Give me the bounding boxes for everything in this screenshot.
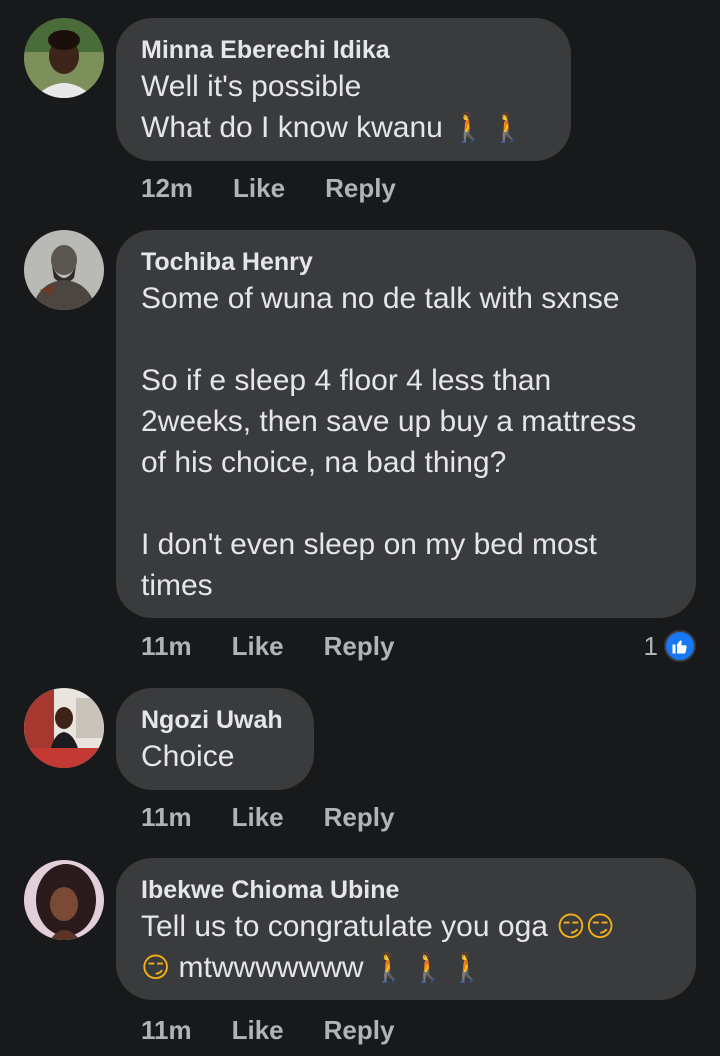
- comment-text: Choice: [141, 736, 288, 777]
- comment-timestamp[interactable]: 11m: [141, 631, 192, 662]
- comment-line-text: Tell us to congratulate you oga: [141, 910, 548, 943]
- comment-thread: Minna Eberechi Idika Well it's possible …: [0, 0, 720, 1056]
- comment-actions: 11m Like Reply: [141, 801, 394, 833]
- comment-line: [141, 319, 670, 360]
- comment-author[interactable]: Ibekwe Chioma Ubine: [141, 874, 670, 906]
- person-walking-emoji: 🚶🚶: [451, 111, 529, 144]
- comment-author[interactable]: Minna Eberechi Idika: [141, 34, 545, 66]
- comment-author[interactable]: Ngozi Uwah: [141, 704, 288, 736]
- comment-line: times: [141, 569, 213, 602]
- avatar[interactable]: [24, 18, 104, 98]
- smirk-emoji: 😏😏: [556, 910, 615, 943]
- comment-author[interactable]: Tochiba Henry: [141, 246, 670, 278]
- reply-button[interactable]: Reply: [324, 631, 395, 662]
- comment-timestamp[interactable]: 11m: [141, 802, 192, 833]
- comment-text: Some of wuna no de talk with sxnse So if…: [141, 278, 670, 606]
- comment-line: Some of wuna no de talk with sxnse: [141, 282, 620, 315]
- reaction-count: 1: [643, 630, 658, 661]
- comment-bubble: Ngozi Uwah Choice: [116, 688, 314, 790]
- comment-timestamp[interactable]: 12m: [141, 173, 193, 204]
- reply-button[interactable]: Reply: [324, 802, 395, 833]
- comment-actions: 11m Like Reply: [141, 630, 394, 662]
- smirk-emoji: 😏: [141, 951, 171, 984]
- like-button[interactable]: Like: [233, 173, 285, 204]
- avatar[interactable]: [24, 230, 104, 310]
- comment-text: Tell us to congratulate you oga 😏😏 😏 mtw…: [141, 906, 670, 988]
- like-button[interactable]: Like: [232, 1015, 284, 1046]
- comment-line: So if e sleep 4 floor 4 less than: [141, 364, 552, 397]
- comment-line: What do I know kwanu 🚶🚶: [141, 107, 545, 148]
- comment-line: Choice: [141, 740, 235, 773]
- comment-line: 2weeks, then save up buy a mattress: [141, 405, 637, 438]
- comment: Ibekwe Chioma Ubine Tell us to congratul…: [0, 858, 720, 1056]
- avatar[interactable]: [24, 688, 104, 768]
- comment-line: [141, 483, 670, 524]
- comment-line: 😏 mtwwwwwww 🚶🚶🚶: [141, 947, 670, 988]
- comment-line: I don't even sleep on my bed most: [141, 528, 597, 561]
- comment-line: of his choice, na bad thing?: [141, 446, 507, 479]
- reaction-summary[interactable]: 1: [644, 629, 696, 663]
- comment-bubble: Tochiba Henry Some of wuna no de talk wi…: [116, 230, 696, 618]
- comment-actions: 11m Like Reply: [141, 1014, 394, 1046]
- comment: Tochiba Henry Some of wuna no de talk wi…: [0, 230, 720, 670]
- comment: Minna Eberechi Idika Well it's possible …: [0, 0, 720, 215]
- thumbs-up-icon: [664, 630, 696, 662]
- comment-bubble: Ibekwe Chioma Ubine Tell us to congratul…: [116, 858, 696, 1000]
- comment-line-text: What do I know kwanu: [141, 111, 443, 144]
- reply-button[interactable]: Reply: [325, 173, 396, 204]
- comment-line: Tell us to congratulate you oga 😏😏: [141, 906, 670, 947]
- avatar[interactable]: [24, 860, 104, 940]
- comment-line-text: mtwwwwwww: [178, 951, 364, 984]
- like-button[interactable]: Like: [232, 631, 284, 662]
- comment-text: Well it's possible What do I know kwanu …: [141, 66, 545, 148]
- comment: Ngozi Uwah Choice 11m Like Reply: [0, 688, 720, 848]
- person-walking-emoji: 🚶🚶🚶: [371, 951, 489, 984]
- comment-bubble: Minna Eberechi Idika Well it's possible …: [116, 18, 571, 161]
- reply-button[interactable]: Reply: [324, 1015, 395, 1046]
- like-button[interactable]: Like: [232, 802, 284, 833]
- comment-line: Well it's possible: [141, 70, 362, 103]
- comment-actions: 12m Like Reply: [141, 172, 396, 204]
- comment-timestamp[interactable]: 11m: [141, 1015, 192, 1046]
